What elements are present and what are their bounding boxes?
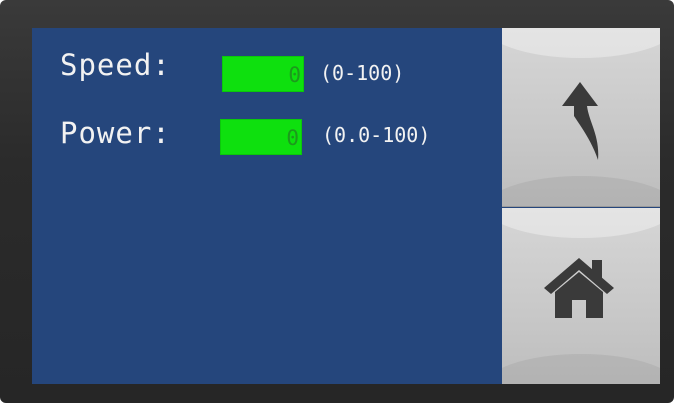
power-label: Power:	[60, 116, 171, 150]
lcd-screen: Speed: 0 (0-100) Power: 0 (0.0-100)	[32, 28, 660, 384]
device-bezel: Speed: 0 (0-100) Power: 0 (0.0-100)	[0, 0, 674, 403]
home-button[interactable]	[502, 208, 660, 384]
back-button[interactable]	[502, 28, 660, 207]
speed-input[interactable]: 0	[222, 56, 304, 92]
back-arrow-icon	[562, 82, 599, 160]
speed-range-label: (0-100)	[320, 61, 405, 85]
power-input[interactable]: 0	[220, 119, 302, 155]
power-range-label: (0.0-100)	[322, 123, 431, 147]
speed-label: Speed:	[60, 48, 171, 82]
home-icon	[544, 258, 614, 318]
